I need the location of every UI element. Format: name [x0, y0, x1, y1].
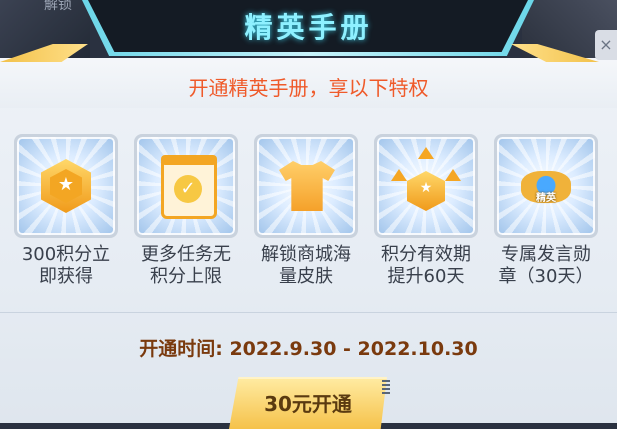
perk-label-line1: 积分有效期: [381, 244, 471, 265]
perk-label-line1: 更多任务无: [141, 244, 231, 265]
calendar-top-bar: [161, 155, 217, 165]
perk-label-line2: 章（30天）: [498, 266, 594, 287]
perk-card: ★: [14, 134, 118, 238]
subscription-period: 开通时间: 2022.9.30 - 2022.10.30: [139, 338, 478, 360]
close-button[interactable]: ×: [595, 30, 617, 60]
perk-exclusive-badge: 精英 专属发言勋 章（30天）: [488, 134, 604, 288]
up-arrow-icon: [418, 147, 434, 159]
privileges-subtitle: 开通精英手册，享以下特权: [188, 76, 429, 100]
perk-label-line2: 积分上限: [150, 266, 222, 287]
check-icon: ✓: [174, 175, 202, 203]
perk-card: 精英: [494, 134, 598, 238]
perk-label-line2: 量皮肤: [279, 266, 333, 287]
star-icon: ★: [419, 180, 433, 196]
perk-card: ★: [374, 134, 478, 238]
perk-label: 解锁商城海 量皮肤: [248, 244, 364, 288]
purchase-button-label[interactable]: 30元开通: [229, 388, 387, 417]
perk-points-instant: ★ 300积分立 即获得: [8, 134, 124, 288]
perk-label-line1: 300积分立: [21, 244, 111, 265]
perk-no-task-limit: ✓ 更多任务无 积分上限: [128, 134, 244, 288]
perk-points-validity: ★ 积分有效期 提升60天: [368, 134, 484, 288]
perk-label: 专属发言勋 章（30天）: [488, 244, 604, 288]
perk-label-line1: 专属发言勋: [501, 244, 591, 265]
shirt-icon: [279, 161, 335, 211]
perk-label: 300积分立 即获得: [8, 244, 124, 288]
perk-card: [254, 134, 358, 238]
section-divider: [0, 312, 617, 313]
perk-label: 更多任务无 积分上限: [128, 244, 244, 288]
button-stripes-decoration: [382, 380, 390, 394]
perk-label-line2: 即获得: [39, 266, 93, 287]
perk-card: ✓: [134, 134, 238, 238]
perk-label: 积分有效期 提升60天: [368, 244, 484, 288]
star-icon: ★: [57, 174, 75, 195]
perks-list: ★ 300积分立 即获得 ✓ 更多任务无 积分上限 解锁商城海 量皮肤 ★ 积分…: [0, 134, 617, 294]
perk-label-line2: 提升60天: [387, 266, 465, 287]
page-title: 精英手册: [244, 11, 373, 44]
emblem-text: 精英: [536, 193, 556, 204]
perk-unlock-skins: 解锁商城海 量皮肤: [248, 134, 364, 288]
perk-label-line1: 解锁商城海: [261, 244, 351, 265]
